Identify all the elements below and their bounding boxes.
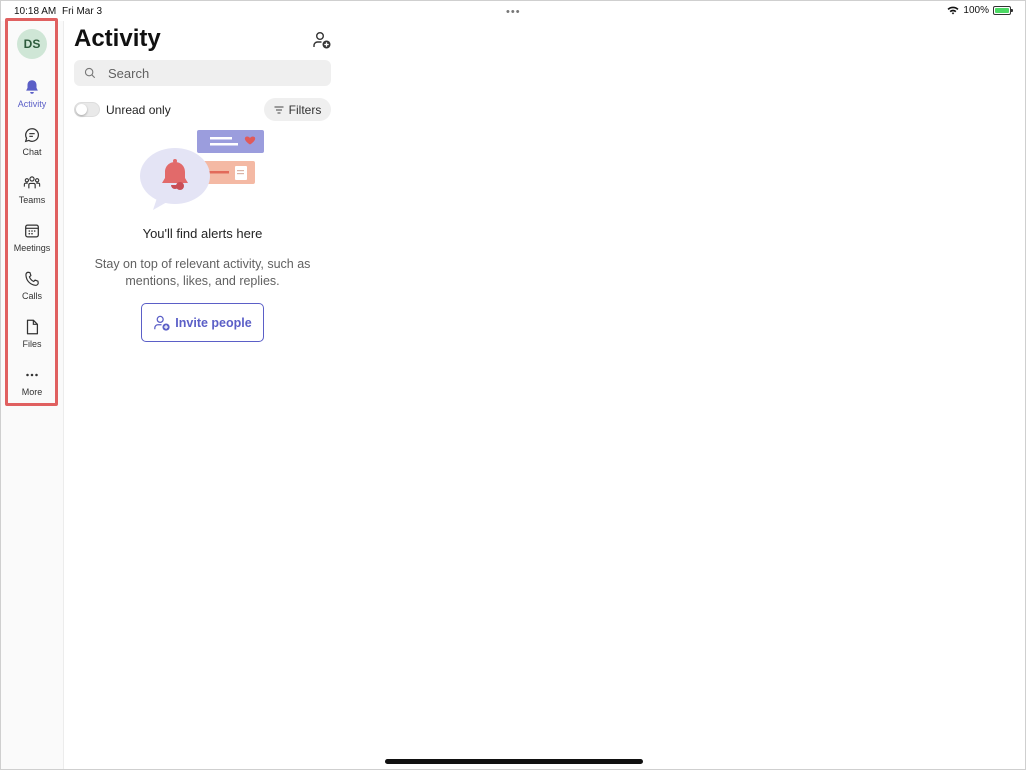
sidebar-item-label: Chat: [22, 147, 42, 157]
status-bar: 10:18 AM Fri Mar 3 ••• 100%: [1, 1, 1025, 21]
teams-icon: [23, 176, 41, 189]
invite-person-icon: [154, 315, 170, 331]
sidebar-item-label: Meetings: [13, 243, 51, 253]
sidebar-item-files[interactable]: Files: [7, 315, 57, 359]
unread-only-label: Unread only: [106, 103, 171, 117]
sidebar-item-chat[interactable]: Chat: [7, 123, 57, 167]
sidebar-item-calls[interactable]: Calls: [7, 267, 57, 311]
filters-button[interactable]: Filters: [264, 98, 331, 121]
status-right: 100%: [947, 5, 1013, 16]
chat-icon: [24, 128, 40, 143]
sidebar-item-more[interactable]: More: [7, 363, 57, 407]
search-icon: [84, 67, 96, 79]
sidebar-item-label: More: [21, 387, 43, 397]
search-input[interactable]: [106, 64, 310, 82]
filters-label: Filters: [288, 102, 322, 117]
sidebar-item-activity[interactable]: Activity: [7, 75, 57, 119]
battery-icon: [993, 6, 1013, 15]
sidebar-item-label: Teams: [18, 195, 46, 205]
phone-icon: [25, 271, 39, 286]
more-icon: [26, 373, 38, 377]
sidebar-item-label: Activity: [17, 99, 47, 109]
status-time: 10:18 AM: [14, 6, 57, 17]
home-indicator[interactable]: [385, 759, 643, 764]
sidebar-item-teams[interactable]: Teams: [7, 171, 57, 215]
alerts-illustration: [140, 130, 264, 210]
empty-state-description: Stay on top of relevant activity, such a…: [94, 257, 311, 288]
invite-people-button[interactable]: Invite people: [141, 303, 264, 342]
bell-icon: [26, 80, 38, 94]
app-window: 10:18 AM Fri Mar 3 ••• 100% DS Activity: [0, 0, 1026, 770]
file-icon: [26, 319, 39, 335]
empty-state-title: You'll find alerts here: [142, 226, 263, 241]
invite-people-label: Invite people: [175, 315, 252, 330]
sidebar-item-label: Files: [22, 339, 42, 349]
status-date: Fri Mar 3: [62, 6, 102, 17]
add-person-icon[interactable]: [312, 30, 332, 50]
sidebar-item-meetings[interactable]: Meetings: [7, 219, 57, 263]
sidebar-item-label: Calls: [21, 291, 42, 301]
unread-only-toggle[interactable]: [74, 102, 100, 117]
multitasking-dots-icon[interactable]: •••: [506, 6, 521, 18]
page-title: Activity: [74, 25, 161, 52]
avatar[interactable]: DS: [17, 29, 47, 59]
filter-icon: [274, 106, 284, 113]
calendar-icon: [25, 224, 39, 238]
search-bar[interactable]: [74, 60, 331, 86]
wifi-icon: [947, 6, 959, 15]
battery-percent: 100%: [963, 5, 989, 16]
